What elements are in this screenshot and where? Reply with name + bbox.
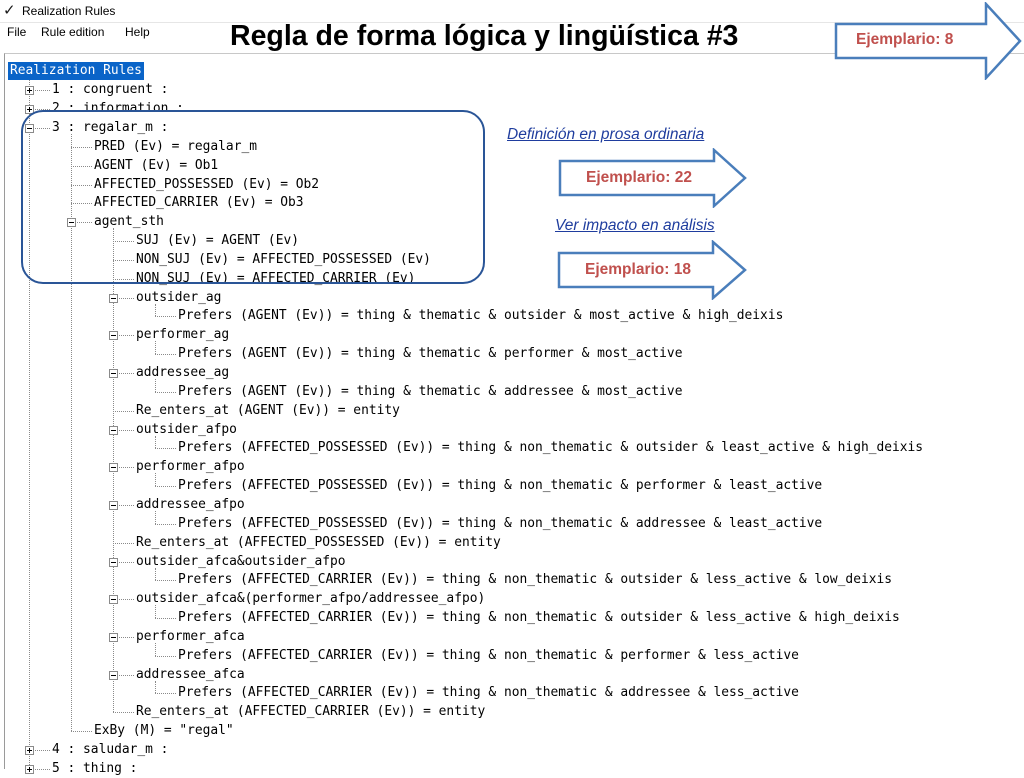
tree-connector <box>155 693 176 695</box>
minus-box-icon[interactable] <box>109 425 118 435</box>
tree-connector <box>71 731 92 733</box>
tree-connector <box>113 410 134 412</box>
minus-box-icon[interactable] <box>109 557 118 567</box>
ejemplario-8-label[interactable]: Ejemplario: 8 <box>856 31 953 49</box>
plus-box-icon[interactable] <box>25 746 34 756</box>
ejemplario-22-label[interactable]: Ejemplario: 22 <box>586 169 692 187</box>
tree-item[interactable]: Re_enters_at (AFFECTED_POSSESSED (Ev)) =… <box>136 534 501 552</box>
menu-rule-edition[interactable]: Rule edition <box>41 25 104 39</box>
tree-item[interactable]: performer_afca <box>136 628 245 646</box>
minus-box-icon[interactable] <box>109 670 118 680</box>
tree-item-prefers[interactable]: Prefers (AGENT (Ev)) = thing & thematic … <box>178 345 682 363</box>
tree-item-prefers[interactable]: Prefers (AFFECTED_CARRIER (Ev)) = thing … <box>178 609 900 627</box>
tree-item[interactable]: outsider_afca&(performer_afpo/addressee_… <box>136 590 485 608</box>
tree-connector <box>113 542 134 544</box>
tree-connector <box>155 523 176 525</box>
tree-item[interactable]: performer_afpo <box>136 458 245 476</box>
tree-item-prefers[interactable]: Prefers (AFFECTED_POSSESSED (Ev)) = thin… <box>178 439 923 457</box>
tree-item[interactable]: ExBy (M) = "regal" <box>94 722 234 740</box>
minus-box-icon[interactable] <box>109 632 118 642</box>
tree-item[interactable]: performer_ag <box>136 326 229 344</box>
tree-item-prefers[interactable]: Prefers (AFFECTED_POSSESSED (Ev)) = thin… <box>178 477 822 495</box>
minus-box-icon[interactable] <box>109 369 118 379</box>
tree-connector <box>155 580 176 582</box>
menu-help[interactable]: Help <box>125 25 150 39</box>
tree-item[interactable]: outsider_ag <box>136 289 221 307</box>
tree-item-prefers[interactable]: Prefers (AFFECTED_POSSESSED (Ev)) = thin… <box>178 515 822 533</box>
tree-item-congruent[interactable]: 1 : congruent : <box>52 81 168 99</box>
slide-title: Regla de forma lógica y lingüística #3 <box>230 20 739 52</box>
tree-connector <box>155 486 176 488</box>
window-title: Realization Rules <box>22 4 116 18</box>
highlight-box <box>21 110 485 284</box>
tree-connector <box>113 712 134 714</box>
tree-connector <box>155 618 176 620</box>
check-icon: ✓ <box>3 1 16 19</box>
ejemplario-18-label[interactable]: Ejemplario: 18 <box>585 261 691 279</box>
tree-item[interactable]: outsider_afca&outsider_afpo <box>136 553 346 571</box>
minus-box-icon[interactable] <box>109 331 118 341</box>
tree-root[interactable]: Realization Rules <box>8 62 144 80</box>
tree-connector <box>155 448 176 450</box>
tree-item[interactable]: Re_enters_at (AGENT (Ev)) = entity <box>136 402 400 420</box>
menu-file[interactable]: File <box>7 25 26 39</box>
tree-item-prefers[interactable]: Prefers (AFFECTED_CARRIER (Ev)) = thing … <box>178 684 799 702</box>
tree-item[interactable]: 4 : saludar_m : <box>52 741 168 759</box>
tree-item-prefers[interactable]: Prefers (AGENT (Ev)) = thing & thematic … <box>178 307 783 325</box>
tree-item-prefers[interactable]: Prefers (AFFECTED_CARRIER (Ev)) = thing … <box>178 571 892 589</box>
minus-box-icon[interactable] <box>109 500 118 510</box>
tree-item-prefers[interactable]: Prefers (AFFECTED_CARRIER (Ev)) = thing … <box>178 647 799 665</box>
tree-connector <box>155 655 176 657</box>
tree-item[interactable]: addressee_ag <box>136 364 229 382</box>
tree-connector <box>155 354 176 356</box>
tree-item-prefers[interactable]: Prefers (AGENT (Ev)) = thing & thematic … <box>178 383 682 401</box>
tree-item[interactable]: addressee_afca <box>136 666 245 684</box>
definicion-link[interactable]: Definición en prosa ordinaria <box>507 126 704 144</box>
tree-connector <box>155 391 176 393</box>
tree-item[interactable]: addressee_afpo <box>136 496 245 514</box>
tree-item[interactable]: Re_enters_at (AFFECTED_CARRIER (Ev)) = e… <box>136 703 485 721</box>
plus-box-icon[interactable] <box>25 764 34 774</box>
tree-connector <box>155 316 176 318</box>
minus-box-icon[interactable] <box>109 293 118 303</box>
ver-impacto-link[interactable]: Ver impacto en análisis <box>555 217 715 235</box>
minus-box-icon[interactable] <box>109 595 118 605</box>
tree-item[interactable]: 5 : thing : <box>52 760 137 778</box>
tree-item[interactable]: outsider_afpo <box>136 421 237 439</box>
plus-box-icon[interactable] <box>25 86 34 96</box>
minus-box-icon[interactable] <box>109 463 118 473</box>
